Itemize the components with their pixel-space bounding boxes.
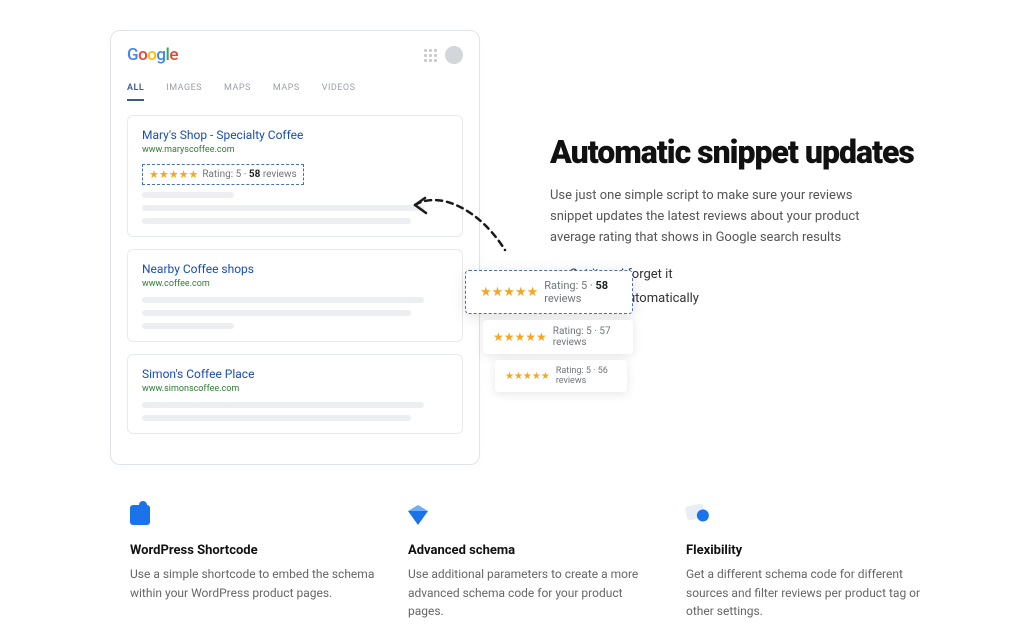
rating-snippet-inline: ★★★★★ Rating: 5 · 58 reviews — [142, 164, 304, 185]
floating-snippet-2: ★★★★★ Rating: 5 · 57 reviews — [483, 320, 633, 354]
apps-grid-icon — [424, 49, 437, 62]
search-tabs: ALL IMAGES MAPS MAPS VIDEOS — [127, 83, 463, 101]
floating-snippet-3: ★★★★★ Rating: 5 · 56 reviews — [495, 360, 627, 392]
feature-text: Get a different schema code for differen… — [686, 565, 934, 621]
tab-maps-2[interactable]: MAPS — [273, 83, 300, 101]
result-url: www.simonscoffee.com — [142, 384, 448, 394]
avatar-icon — [445, 46, 463, 64]
star-icon: ★★★★★ — [505, 371, 550, 382]
feature-title: WordPress Shortcode — [130, 543, 378, 558]
feature-title: Advanced schema — [408, 543, 656, 558]
search-result-3: Simon's Coffee Place www.simonscoffee.co… — [127, 354, 463, 434]
google-mockup: Google ALL IMAGES MAPS MAPS VIDEOS Mary'… — [110, 30, 480, 465]
star-icon: ★★★★★ — [149, 168, 198, 181]
feature-text: Use additional parameters to create a mo… — [408, 565, 656, 621]
tab-images[interactable]: IMAGES — [166, 83, 202, 101]
result-title: Simon's Coffee Place — [142, 367, 448, 381]
feature-title: Flexibility — [686, 543, 934, 558]
result-title: Mary's Shop - Specialty Coffee — [142, 128, 448, 142]
diamond-icon — [408, 505, 434, 531]
search-result-1: Mary's Shop - Specialty Coffee www.marys… — [127, 115, 463, 237]
tab-all[interactable]: ALL — [127, 83, 144, 101]
star-icon: ★★★★★ — [493, 330, 547, 344]
result-url: www.maryscoffee.com — [142, 145, 448, 155]
floating-snippet-stack: ★★★★★ Rating: 5 · 58 reviews ★★★★★ Ratin… — [465, 270, 633, 398]
feature-flexibility: Flexibility Get a different schema code … — [686, 505, 934, 621]
star-icon: ★★★★★ — [480, 285, 538, 300]
result-title: Nearby Coffee shops — [142, 262, 448, 276]
feature-schema: Advanced schema Use additional parameter… — [408, 505, 656, 621]
tab-videos[interactable]: VIDEOS — [322, 83, 356, 101]
tag-icon — [686, 505, 712, 531]
tab-maps[interactable]: MAPS — [224, 83, 251, 101]
google-logo: Google — [127, 45, 178, 65]
hero-description: Use just one simple script to make sure … — [550, 186, 890, 248]
search-result-2: Nearby Coffee shops www.coffee.com — [127, 249, 463, 342]
feature-text: Use a simple shortcode to embed the sche… — [130, 565, 378, 602]
feature-wordpress: WordPress Shortcode Use a simple shortco… — [130, 505, 378, 621]
puzzle-icon — [130, 505, 156, 531]
floating-snippet-main: ★★★★★ Rating: 5 · 58 reviews — [465, 270, 633, 314]
hero-headline: Automatic snippet updates — [550, 135, 964, 170]
result-url: www.coffee.com — [142, 279, 448, 289]
